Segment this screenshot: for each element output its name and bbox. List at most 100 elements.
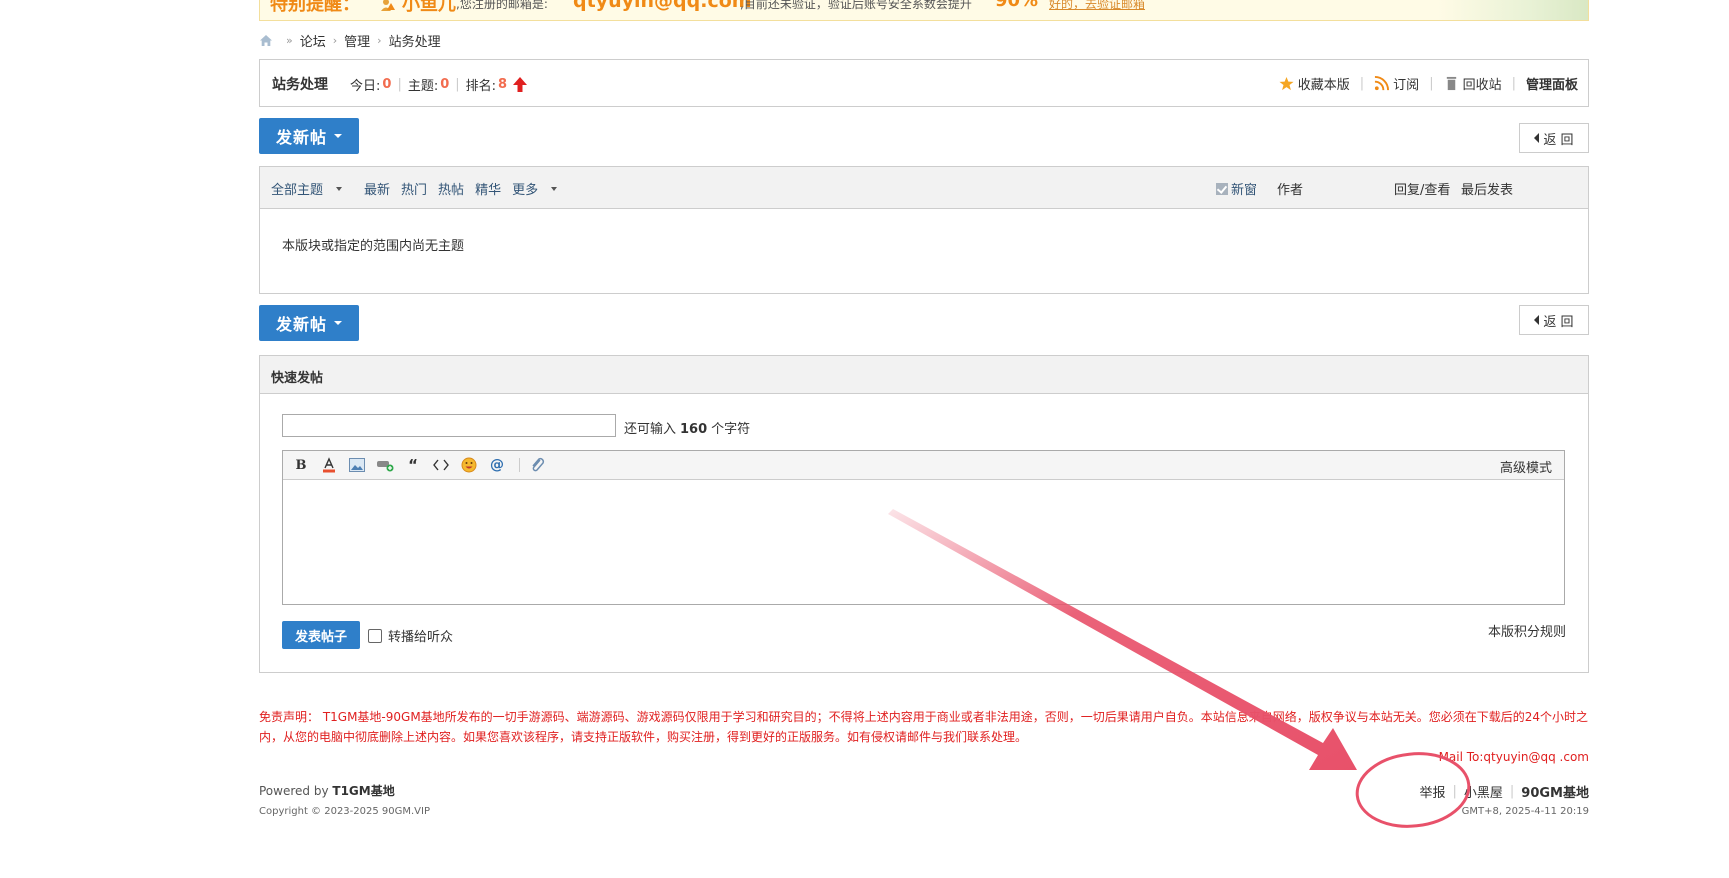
report-link[interactable]: 举报: [1419, 782, 1445, 801]
filter-label: 更多: [512, 183, 539, 198]
bold-icon[interactable]: B: [289, 455, 313, 475]
breadcrumb-forum[interactable]: 论坛: [300, 31, 326, 50]
recycle-bin-button[interactable]: 回收站: [1444, 74, 1502, 93]
thread-list: 全部主题 最新 热门 热帖 精华 更多 新窗 作者 回复/查看 最后发表 本版块…: [259, 166, 1589, 294]
divider: |: [1429, 76, 1434, 91]
forum-actions: 收藏本版 | 订阅 | 回收站 | 管理面板: [1279, 74, 1578, 93]
copyright: Copyright © 2023-2025 90GM.VIP: [259, 806, 431, 817]
divider: |: [1509, 784, 1515, 799]
attachment-add-icon[interactable]: [373, 455, 397, 475]
mail-to-link[interactable]: Mail To:qtyuyin@qq .com: [1439, 750, 1589, 764]
favorite-forum-button[interactable]: 收藏本版: [1279, 74, 1350, 93]
rank-up-icon: [513, 77, 528, 92]
recycle-label: 回收站: [1462, 78, 1502, 93]
filter-all-topics[interactable]: 全部主题: [271, 179, 353, 198]
remaining-suffix: 个字符: [711, 422, 751, 437]
powered-prefix: Powered by: [259, 784, 329, 798]
thread-filters: 全部主题 最新 热门 热帖 精华 更多: [271, 179, 579, 198]
column-reply-view: 回复/查看: [1394, 183, 1451, 198]
notice-text-1: ,您注册的邮箱是:: [456, 0, 548, 11]
code-icon[interactable]: [429, 455, 453, 475]
link-icon[interactable]: [526, 455, 550, 475]
credit-rules-link[interactable]: 本版积分规则: [1488, 621, 1566, 640]
new-post-button[interactable]: 发新帖: [259, 118, 359, 154]
relay-checkbox[interactable]: [368, 628, 382, 643]
chevron-down-icon: [334, 134, 342, 138]
back-label: 返 回: [1543, 314, 1574, 330]
trash-icon: [1446, 76, 1456, 91]
arrow-left-icon: [1534, 133, 1540, 143]
verify-email-link[interactable]: 好的，去验证邮箱: [1049, 0, 1145, 12]
at-icon[interactable]: @: [485, 455, 509, 475]
user-warning-icon: [381, 0, 395, 11]
filter-latest[interactable]: 最新: [364, 179, 390, 198]
disclaimer-text: 免责声明： T1GM基地-90GM基地所发布的一切手游源码、端游源码、游戏源码仅…: [259, 710, 1588, 744]
editor-toolbar: B “ @ 高级模式: [283, 451, 1564, 480]
breadcrumb-current[interactable]: 站务处理: [389, 31, 441, 50]
divider: |: [1511, 76, 1516, 91]
column-author: 作者: [1277, 183, 1304, 198]
rank-value: 8: [498, 77, 508, 92]
font-color-icon[interactable]: [317, 455, 341, 475]
message-editor[interactable]: B “ @ 高级模式: [282, 450, 1565, 605]
rss-icon: [1374, 76, 1390, 91]
new-window-toggle[interactable]: 新窗: [1216, 179, 1257, 198]
quote-icon[interactable]: “: [401, 455, 425, 475]
back-button-bottom[interactable]: 返 回: [1519, 305, 1589, 335]
powered-by: Powered by T1GM基地: [259, 782, 395, 799]
notice-username[interactable]: 小鱼儿: [402, 0, 456, 16]
empty-message: 本版块或指定的范围内尚无主题: [282, 239, 465, 254]
notice-title: 特别提醒：: [270, 0, 360, 15]
filter-label: 全部主题: [271, 183, 324, 198]
new-post-label: 发新帖: [275, 315, 327, 334]
threads-label: 主题:: [407, 79, 439, 94]
breadcrumb-separator: »: [286, 33, 293, 47]
advanced-mode-link[interactable]: 高级模式: [1500, 457, 1552, 476]
relay-label: 转播给听众: [388, 630, 454, 645]
back-button[interactable]: 返 回: [1519, 123, 1589, 153]
threads-value: 0: [440, 77, 450, 92]
char-counter: 还可输入 160 个字符: [624, 418, 750, 437]
thread-list-header: 全部主题 最新 热门 热帖 精华 更多 新窗 作者 回复/查看 最后发表: [260, 167, 1588, 209]
filter-digest[interactable]: 精华: [475, 179, 501, 198]
divider: |: [1452, 784, 1457, 799]
image-icon[interactable]: [345, 455, 369, 475]
divider: |: [397, 77, 402, 92]
rank-label: 排名:: [465, 79, 497, 94]
filter-hot[interactable]: 热帖: [438, 179, 464, 198]
smiley-icon[interactable]: [457, 455, 481, 475]
forum-stats: 今日: 0 | 主题: 0 | 排名: 8: [350, 75, 528, 94]
filter-more[interactable]: 更多: [512, 179, 568, 198]
relay-option[interactable]: 转播给听众: [368, 626, 453, 645]
forum-title: 站务处理: [272, 77, 328, 93]
toolbar-divider: [519, 458, 520, 472]
site-home-link[interactable]: 90GM基地: [1521, 782, 1589, 801]
favorite-label: 收藏本版: [1297, 78, 1350, 93]
quick-post-title: 快速发帖: [271, 371, 324, 386]
notice-email: qtyuyin@qq.com: [573, 0, 752, 12]
divider: |: [1359, 76, 1365, 91]
checkbox-checked-icon: [1216, 182, 1228, 195]
breadcrumb: » 论坛 › 管理 › 站务处理: [259, 31, 441, 50]
remaining-count: 160: [680, 422, 708, 437]
chevron-down-icon: [336, 186, 343, 191]
powered-name[interactable]: T1GM基地: [332, 784, 394, 798]
today-value: 0: [382, 77, 392, 92]
admin-panel-link[interactable]: 管理面板: [1526, 74, 1578, 93]
subject-input[interactable]: [282, 414, 616, 437]
column-last-post: 最后发表: [1461, 183, 1514, 198]
notice-decoration: [1438, 0, 1588, 20]
blacklist-link[interactable]: 小黑屋: [1464, 782, 1503, 801]
forum-header: 站务处理 今日: 0 | 主题: 0 | 排名: 8 收藏本版 | 订阅 | 回…: [259, 59, 1589, 107]
new-post-label: 发新帖: [275, 128, 327, 147]
submit-post-button[interactable]: 发表帖子: [282, 621, 360, 649]
breadcrumb-admin[interactable]: 管理: [344, 31, 370, 50]
new-post-button-bottom[interactable]: 发新帖: [259, 305, 359, 341]
home-icon[interactable]: [259, 34, 273, 47]
quick-post-header: 快速发帖: [260, 356, 1588, 394]
notice-percent: 90%: [995, 0, 1039, 11]
filter-popular[interactable]: 热门: [401, 179, 427, 198]
remaining-prefix: 还可输入: [624, 422, 677, 437]
subscribe-button[interactable]: 订阅: [1374, 74, 1419, 93]
email-verify-notice: 特别提醒： 小鱼儿 ,您注册的邮箱是: qtyuyin@qq.com ,目前还未…: [259, 0, 1589, 21]
